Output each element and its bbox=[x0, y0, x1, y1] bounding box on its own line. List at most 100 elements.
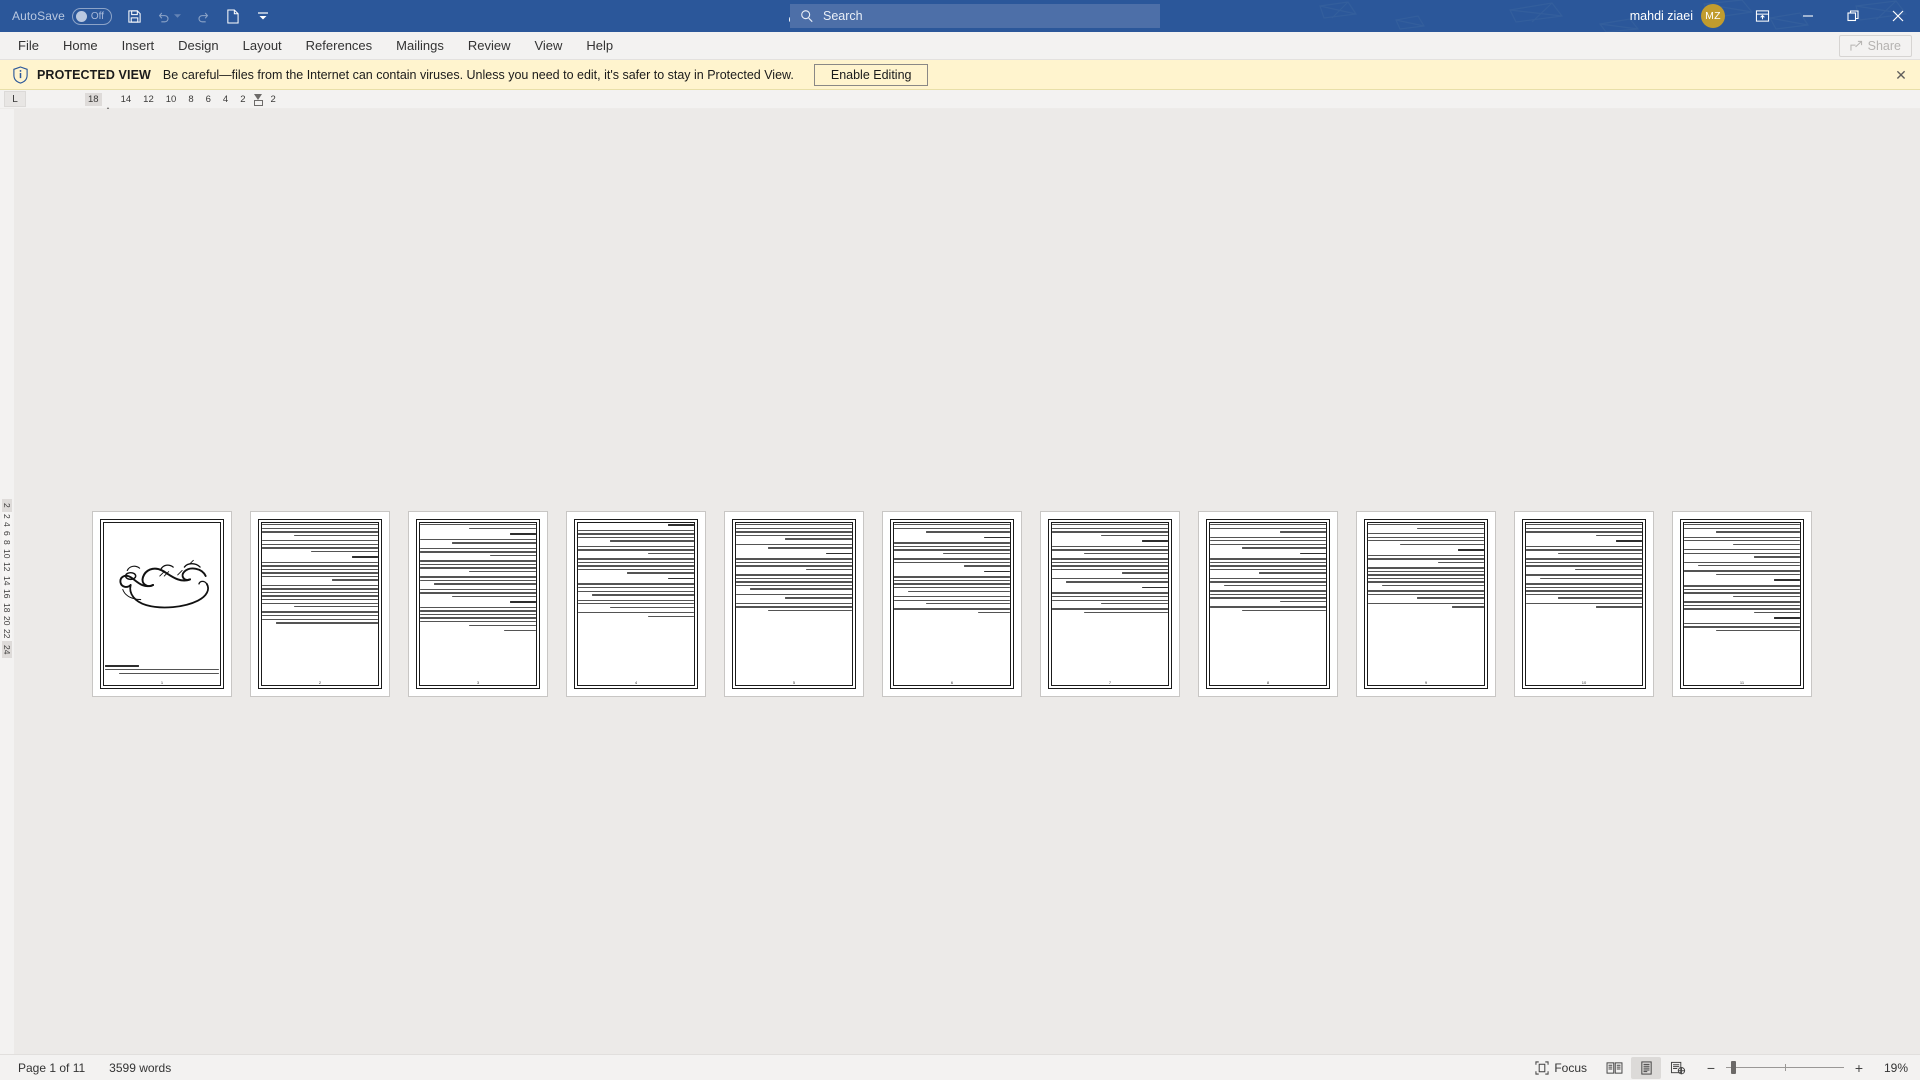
tab-help[interactable]: Help bbox=[574, 33, 625, 59]
title-bar-right: mahdi ziaei MZ bbox=[1630, 0, 1920, 32]
first-line-indent-marker[interactable] bbox=[103, 96, 113, 114]
zoom-slider-thumb[interactable] bbox=[1731, 1061, 1736, 1074]
page-number: 9 bbox=[1424, 680, 1428, 685]
close-icon[interactable]: ✕ bbox=[1892, 66, 1910, 84]
enable-editing-button[interactable]: Enable Editing bbox=[813, 63, 929, 86]
vruler-mark-18: 18 bbox=[2, 600, 12, 615]
document-page[interactable]: 3 bbox=[408, 511, 548, 697]
tab-file[interactable]: File bbox=[6, 33, 51, 59]
undo-button[interactable] bbox=[150, 3, 188, 29]
page-thumbnails: 1 2 3 4 5 6 7 8 9 10 11 bbox=[92, 511, 1812, 697]
page-number: 2 bbox=[318, 680, 322, 685]
search-input[interactable]: Search bbox=[790, 4, 1160, 28]
ruler-mark-6: 6 bbox=[205, 94, 211, 105]
zoom-in-button[interactable]: + bbox=[1853, 1060, 1865, 1076]
document-page[interactable]: 6 bbox=[882, 511, 1022, 697]
document-page[interactable]: 1 bbox=[92, 511, 232, 697]
focus-icon bbox=[1535, 1060, 1549, 1075]
document-page[interactable]: 8 bbox=[1198, 511, 1338, 697]
tab-home[interactable]: Home bbox=[51, 33, 110, 59]
document-workspace: 2 2 4 6 8 10 12 14 16 18 20 22 24 1 2 3 … bbox=[0, 109, 1920, 1054]
new-document-button[interactable] bbox=[218, 3, 248, 29]
status-bar-right: Focus − + 19% bbox=[1525, 1056, 1914, 1079]
word-count[interactable]: 3599 words bbox=[97, 1061, 183, 1075]
hanging-indent-marker[interactable] bbox=[253, 93, 263, 106]
redo-button[interactable] bbox=[188, 3, 218, 29]
zoom-level[interactable]: 19% bbox=[1884, 1061, 1914, 1075]
page-text bbox=[1526, 524, 1642, 680]
page-text bbox=[736, 524, 852, 680]
tab-design[interactable]: Design bbox=[166, 33, 230, 59]
save-button[interactable] bbox=[120, 3, 150, 29]
protected-view-title: PROTECTED VIEW bbox=[37, 67, 151, 82]
ribbon-tab-bar: File Home Insert Design Layout Reference… bbox=[0, 32, 1920, 60]
vruler-mark-2: 2 bbox=[2, 511, 12, 521]
ruler-mark-4: 4 bbox=[222, 94, 229, 105]
page-number: 1 bbox=[160, 680, 164, 685]
page-number: 6 bbox=[950, 680, 954, 685]
minimize-button[interactable] bbox=[1785, 0, 1830, 32]
restore-button[interactable] bbox=[1830, 0, 1875, 32]
quick-access-toolbar: AutoSave Off bbox=[0, 3, 278, 29]
zoom-controls: − + 19% bbox=[1705, 1060, 1914, 1076]
page-text bbox=[1210, 524, 1326, 680]
protected-view-bar: PROTECTED VIEW Be careful—files from the… bbox=[0, 60, 1920, 90]
document-page[interactable]: 7 bbox=[1040, 511, 1180, 697]
focus-mode-button[interactable]: Focus bbox=[1525, 1057, 1597, 1079]
vruler-mark-22: 22 bbox=[2, 627, 12, 641]
ruler-mark-2b: 2 bbox=[270, 94, 276, 105]
autosave-label: AutoSave bbox=[12, 9, 65, 23]
tab-layout[interactable]: Layout bbox=[231, 33, 294, 59]
document-page[interactable]: 10 bbox=[1514, 511, 1654, 697]
close-button[interactable] bbox=[1875, 0, 1920, 32]
vruler-mark-6: 6 bbox=[2, 529, 12, 538]
autosave-toggle[interactable]: AutoSave Off bbox=[8, 3, 120, 29]
undo-dropdown-icon bbox=[174, 14, 182, 18]
share-label: Share bbox=[1867, 39, 1901, 53]
ruler-mark-2: 2 bbox=[240, 94, 246, 105]
document-page[interactable]: 2 bbox=[250, 511, 390, 697]
print-layout-button[interactable] bbox=[1631, 1056, 1661, 1079]
autosave-knob bbox=[75, 10, 87, 22]
share-button[interactable]: Share bbox=[1838, 35, 1912, 57]
tab-insert[interactable]: Insert bbox=[110, 33, 167, 59]
page-number: 8 bbox=[1266, 680, 1270, 685]
ruler-mark-14: 14 bbox=[120, 94, 132, 105]
tab-review[interactable]: Review bbox=[456, 33, 523, 59]
cover-footer-text bbox=[105, 665, 219, 674]
read-mode-button[interactable] bbox=[1599, 1057, 1629, 1079]
document-page[interactable]: 4 bbox=[566, 511, 706, 697]
read-mode-icon bbox=[1606, 1061, 1622, 1074]
horizontal-ruler[interactable]: 18 14 12 10 8 6 4 2 2 bbox=[85, 92, 282, 114]
page-number: 5 bbox=[792, 680, 796, 685]
avatar[interactable]: MZ bbox=[1701, 4, 1725, 28]
tab-view[interactable]: View bbox=[522, 33, 574, 59]
customize-quick-access-toolbar-button[interactable] bbox=[248, 3, 278, 29]
user-name[interactable]: mahdi ziaei bbox=[1630, 9, 1693, 23]
page-text bbox=[894, 524, 1010, 680]
tab-mailings[interactable]: Mailings bbox=[384, 33, 456, 59]
zoom-slider[interactable] bbox=[1726, 1061, 1844, 1074]
vruler-mark-8: 8 bbox=[2, 537, 12, 547]
tab-stop-selector[interactable]: L bbox=[4, 91, 26, 107]
document-page[interactable]: 9 bbox=[1356, 511, 1496, 697]
ribbon-display-options-button[interactable] bbox=[1739, 0, 1785, 32]
title-bar: AutoSave Off Search mahdi ziaei MZ bbox=[0, 0, 1920, 32]
page-number: 7 bbox=[1108, 680, 1112, 685]
page-text bbox=[420, 524, 536, 680]
search-placeholder: Search bbox=[823, 9, 863, 23]
tab-references[interactable]: References bbox=[294, 33, 384, 59]
vruler-mark-10: 10 bbox=[2, 546, 12, 561]
vertical-ruler[interactable]: 2 2 4 6 8 10 12 14 16 18 20 22 24 bbox=[0, 109, 14, 1054]
page-text bbox=[1684, 524, 1800, 680]
web-layout-button[interactable] bbox=[1663, 1057, 1693, 1079]
web-layout-icon bbox=[1670, 1061, 1686, 1074]
search-icon bbox=[800, 9, 814, 23]
ribbon-tabs: File Home Insert Design Layout Reference… bbox=[0, 33, 625, 59]
document-page[interactable]: 11 bbox=[1672, 511, 1812, 697]
autosave-switch[interactable]: Off bbox=[71, 7, 112, 25]
zoom-out-button[interactable]: − bbox=[1705, 1060, 1717, 1076]
document-page[interactable]: 5 bbox=[724, 511, 864, 697]
vruler-mark-16: 16 bbox=[2, 587, 12, 601]
page-indicator[interactable]: Page 1 of 11 bbox=[6, 1061, 97, 1075]
